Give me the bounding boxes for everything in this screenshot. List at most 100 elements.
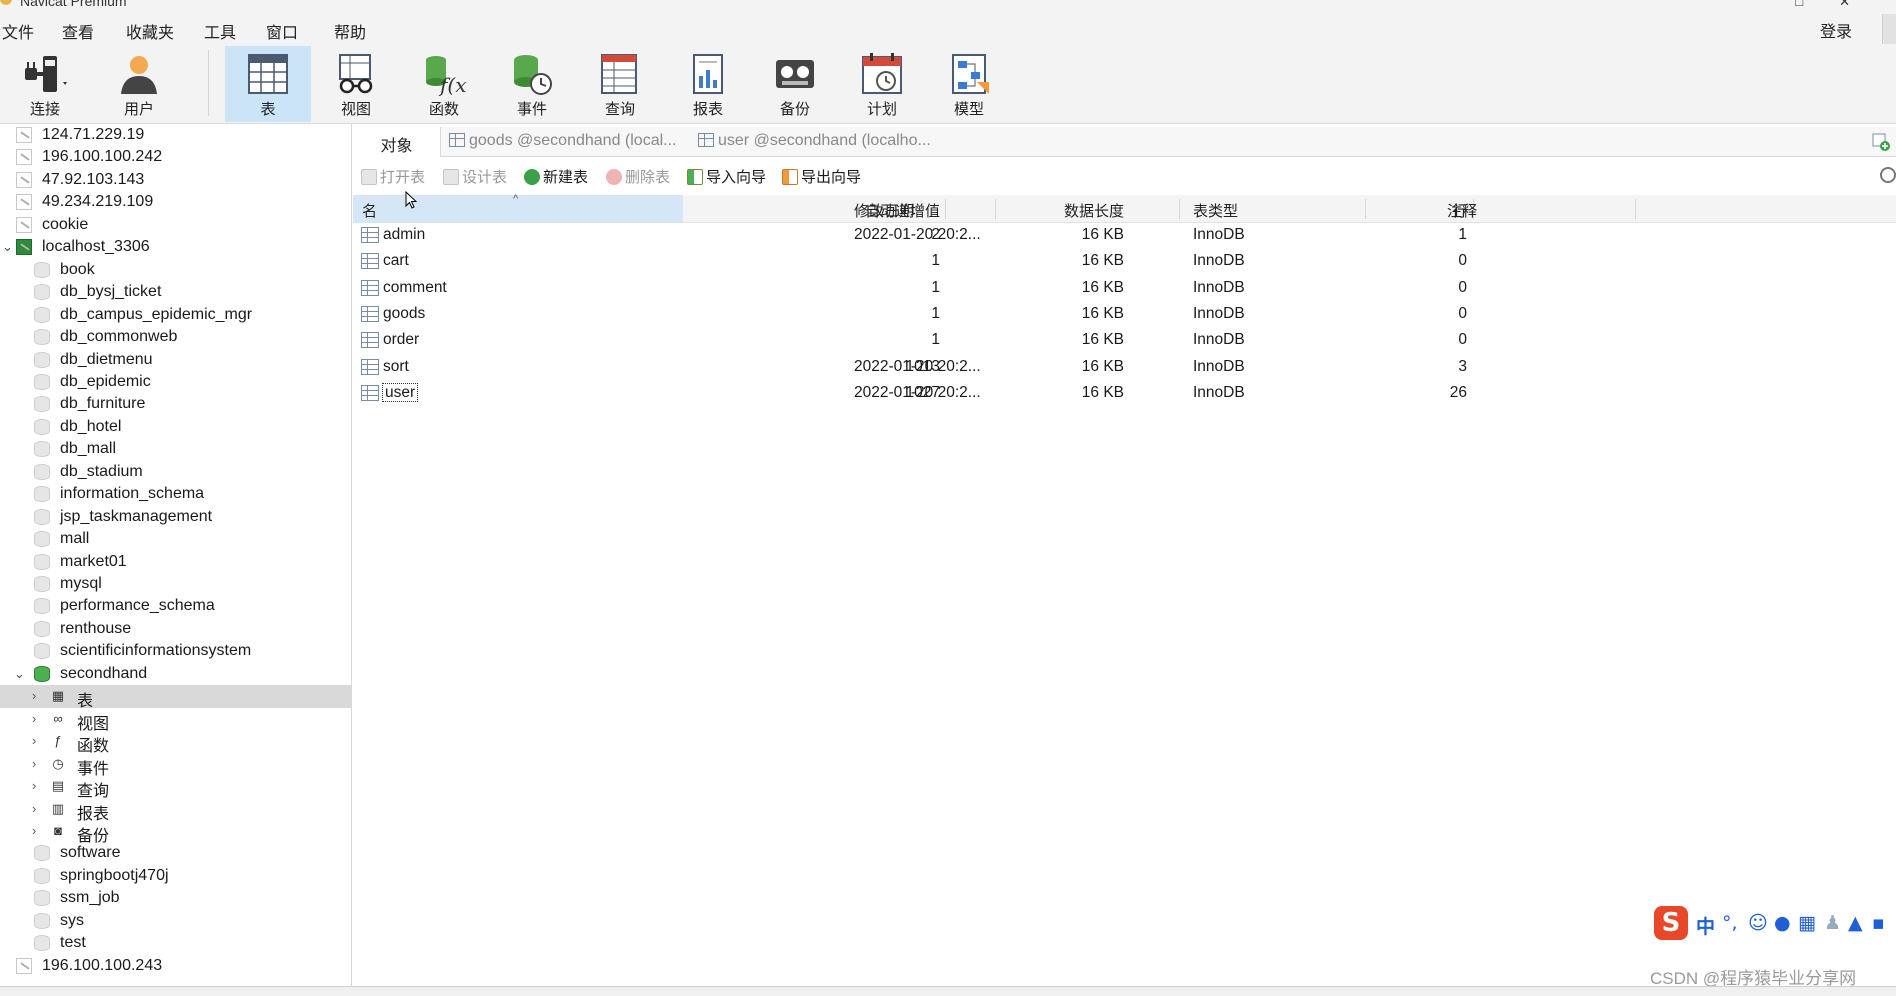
tree-connection[interactable]: 124.71.229.19 xyxy=(0,124,351,147)
tree-database[interactable]: ssm_job xyxy=(0,887,351,910)
table-row[interactable]: order 1 16 KB InnoDB 0 xyxy=(353,328,1896,354)
table-row[interactable]: cart 1 16 KB InnoDB 0 xyxy=(353,249,1896,275)
ime-toolbar[interactable]: S 中 °, ☺ ● ▦ ♟ ▲ ▪ xyxy=(1652,904,1896,944)
tree-connection[interactable]: 47.92.103.143 xyxy=(0,169,351,192)
column-divider[interactable] xyxy=(945,199,946,219)
column-header-engine[interactable]: 表类型 xyxy=(1193,200,1238,221)
tree-object-group[interactable]: › ◷ 事件 xyxy=(0,753,351,778)
toolbar-backup-button[interactable]: 备份 xyxy=(752,46,838,122)
tree-database[interactable]: scientificinformationsystem xyxy=(0,640,351,663)
tree-database[interactable]: mall xyxy=(0,528,351,551)
tree-object-group[interactable]: › ▦ 表 xyxy=(0,685,351,710)
tree-database[interactable]: book xyxy=(0,259,351,282)
toolbar-model-button[interactable]: 模型 xyxy=(926,46,1012,122)
tree-database[interactable]: db_epidemic xyxy=(0,371,351,394)
tree-database[interactable]: db_furniture xyxy=(0,393,351,416)
table-row[interactable]: sort 1013 2022-01-20 20:2... 16 KB InnoDB 3 xyxy=(353,355,1896,381)
toolbar-schedule-button[interactable]: 计划 xyxy=(839,46,925,122)
table-row[interactable]: comment 1 16 KB InnoDB 0 xyxy=(353,276,1896,302)
table-row[interactable]: user 1027 2022-01-20 20:2... 16 KB InnoDB 26 xyxy=(353,381,1896,407)
toolbar-event-button[interactable]: 事件 xyxy=(489,46,575,122)
tree-database[interactable]: db_dietmenu xyxy=(0,349,351,372)
toolbar-user-button[interactable]: 用户 xyxy=(96,46,182,122)
tree-connection[interactable]: 196.100.100.242 xyxy=(0,146,351,169)
tree-database[interactable]: market01 xyxy=(0,551,351,574)
chevron-right-icon[interactable]: › xyxy=(32,711,36,726)
table-row[interactable]: admin 2 2022-01-20 20:2... 16 KB InnoDB 1 xyxy=(353,223,1896,249)
toolbar-report-button[interactable]: 报表 xyxy=(665,46,751,122)
tree-database-open[interactable]: ⌄ secondhand xyxy=(0,663,351,686)
emoji-icon[interactable]: ☺ xyxy=(1748,912,1768,934)
menu-window[interactable]: 窗口 xyxy=(266,19,298,43)
ime-language-toggle[interactable]: 中 xyxy=(1696,912,1715,939)
login-button[interactable]: 登录 xyxy=(1820,18,1852,42)
toolbar-function-button[interactable]: f(x) 函数 xyxy=(401,46,487,122)
tree-object-group[interactable]: › ƒ 函数 xyxy=(0,730,351,755)
toolbar-connection-button[interactable]: 连接 xyxy=(2,46,88,122)
tree-database[interactable]: db_campus_epidemic_mgr xyxy=(0,304,351,327)
menu-file[interactable]: 文件 xyxy=(2,19,34,43)
tree-database[interactable]: db_bysj_ticket xyxy=(0,281,351,304)
window-controls[interactable]: □✕ xyxy=(1795,0,1886,10)
tree-database[interactable]: information_schema xyxy=(0,483,351,506)
column-divider[interactable] xyxy=(1635,199,1636,219)
chevron-right-icon[interactable]: › xyxy=(32,823,36,838)
search-icon[interactable] xyxy=(1880,167,1896,183)
column-header-name[interactable]: 名 ^ xyxy=(353,193,683,223)
tree-database[interactable]: sys xyxy=(0,910,351,933)
chevron-right-icon[interactable]: › xyxy=(32,688,36,703)
tree-connection[interactable]: 49.234.219.109 xyxy=(0,191,351,214)
tree-database[interactable]: software xyxy=(0,842,351,865)
column-divider[interactable] xyxy=(1365,199,1366,219)
open-table-button[interactable]: 打开表 xyxy=(361,166,425,187)
tree-database[interactable]: renthouse xyxy=(0,618,351,641)
design-table-button[interactable]: 设计表 xyxy=(443,166,507,187)
punctuation-icon[interactable]: °, xyxy=(1722,912,1738,934)
toolbar-view-button[interactable]: 视图 xyxy=(313,46,399,122)
chevron-right-icon[interactable]: › xyxy=(32,733,36,748)
tree-connection[interactable]: 196.100.100.243 xyxy=(0,955,351,978)
menu-view[interactable]: 查看 xyxy=(62,19,94,43)
sogou-logo[interactable]: S xyxy=(1654,906,1688,940)
tree-object-group[interactable]: › ◙ 备份 xyxy=(0,820,351,845)
keyboard-icon[interactable]: ▦ xyxy=(1798,912,1816,934)
chevron-right-icon[interactable]: › xyxy=(32,756,36,771)
tree-object-group[interactable]: › ∞ 视图 xyxy=(0,708,351,733)
tree-database[interactable]: db_hotel xyxy=(0,416,351,439)
tab-user[interactable]: user @secondhand (localho... xyxy=(698,127,931,157)
chevron-down-icon[interactable]: ⌄ xyxy=(2,239,13,255)
toolbar-query-button[interactable]: 查询 xyxy=(577,46,663,122)
tree-object-group[interactable]: › ▤ 查询 xyxy=(0,775,351,800)
tree-connection-open[interactable]: ⌄ localhost_3306 xyxy=(0,236,351,259)
column-header-comment[interactable]: 注释 xyxy=(1447,200,1477,221)
new-tab-icon[interactable] xyxy=(1872,133,1890,151)
toolbar-table-button[interactable]: 表 xyxy=(225,46,311,122)
tree-object-group[interactable]: › ▥ 报表 xyxy=(0,798,351,823)
tree-database[interactable]: jsp_taskmanagement xyxy=(0,506,351,529)
scroll-handle[interactable] xyxy=(1882,14,1896,44)
export-wizard-button[interactable]: 导出向导 xyxy=(782,166,861,187)
tab-objects[interactable]: 对象 xyxy=(353,127,441,157)
column-header-data-length[interactable]: 数据长度 xyxy=(949,200,1124,221)
tree-database[interactable]: performance_schema xyxy=(0,595,351,618)
chevron-right-icon[interactable]: › xyxy=(32,778,36,793)
column-divider[interactable] xyxy=(1179,199,1180,219)
import-wizard-button[interactable]: 导入向导 xyxy=(687,166,766,187)
toolbox-grid-icon[interactable]: ▪ xyxy=(1872,912,1885,934)
delete-table-button[interactable]: 删除表 xyxy=(606,166,670,187)
tree-connection[interactable]: cookie xyxy=(0,214,351,237)
tree-database[interactable]: test xyxy=(0,932,351,955)
chevron-right-icon[interactable]: › xyxy=(32,801,36,816)
new-table-button[interactable]: 新建表 xyxy=(524,166,588,187)
user-account-icon[interactable]: ♟ xyxy=(1824,912,1841,934)
skin-shirt-icon[interactable]: ▲ xyxy=(1848,912,1863,934)
column-header-modified[interactable]: 修改日期 xyxy=(854,200,914,221)
tree-database[interactable]: springbootj470j xyxy=(0,865,351,888)
menu-tools[interactable]: 工具 xyxy=(204,19,236,43)
menu-favorites[interactable]: 收藏夹 xyxy=(126,19,174,43)
tab-goods[interactable]: goods @secondhand (local... xyxy=(449,127,676,157)
tree-database[interactable]: mysql xyxy=(0,573,351,596)
table-row[interactable]: goods 1 16 KB InnoDB 0 xyxy=(353,302,1896,328)
menu-help[interactable]: 帮助 xyxy=(334,19,366,43)
microphone-icon[interactable]: ● xyxy=(1774,912,1791,934)
